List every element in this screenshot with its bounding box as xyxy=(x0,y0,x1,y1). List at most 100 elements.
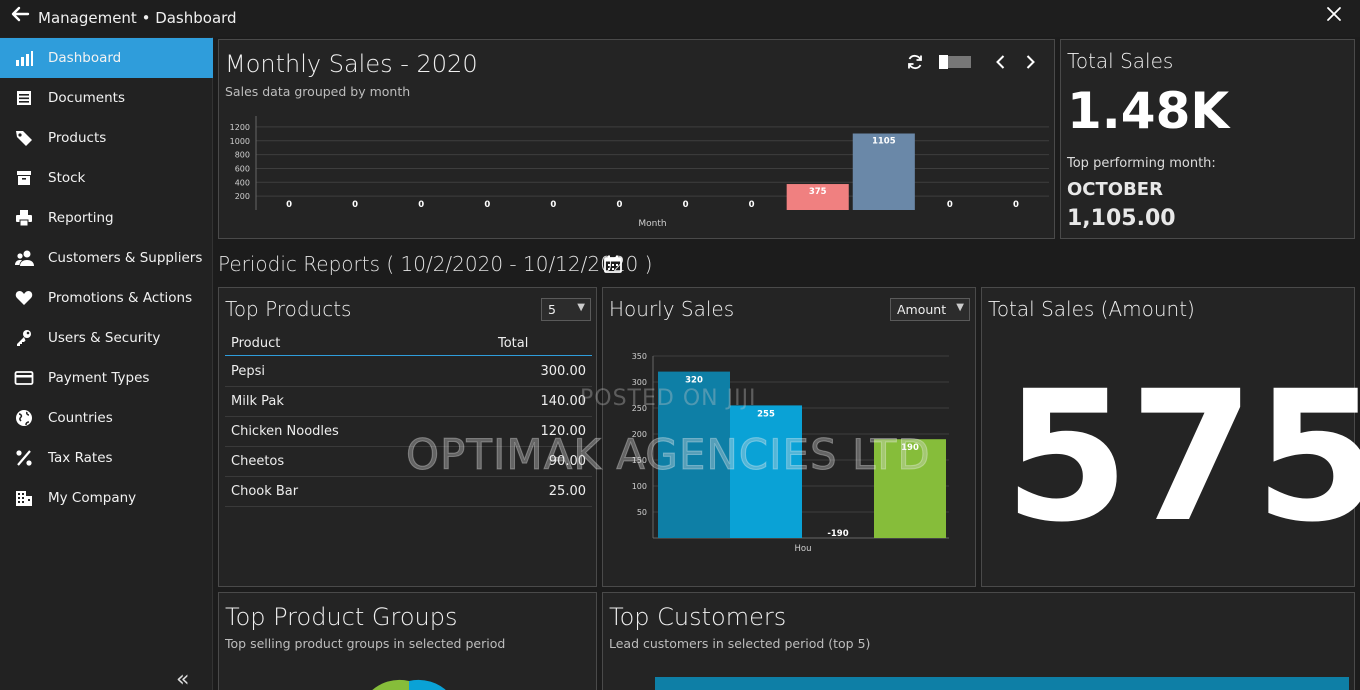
collapse-sidebar-icon[interactable]: « xyxy=(176,667,189,690)
y-tick-label: 1200 xyxy=(230,123,250,132)
toggle-switch[interactable] xyxy=(938,53,972,73)
sidebar-item-documents[interactable]: Documents xyxy=(0,78,213,118)
bar-value-label: 0 xyxy=(352,200,358,210)
y-tick-label: 350 xyxy=(632,352,647,361)
select-value: 5 xyxy=(548,302,556,317)
back-arrow-icon[interactable] xyxy=(8,4,32,30)
bar-value-label: 0 xyxy=(1013,200,1019,210)
top-month-name: OCTOBER xyxy=(1067,179,1163,200)
panel-title: Total Sales (Amount) xyxy=(988,297,1195,321)
top-product-groups-panel: Top Product Groups Top selling product g… xyxy=(218,592,597,690)
y-tick-label: 600 xyxy=(235,164,250,173)
sidebar-item-label: Countries xyxy=(48,410,113,426)
panel-title: Top Customers xyxy=(609,603,787,631)
hourly-mode-select[interactable]: Amount ▼ xyxy=(890,298,970,321)
select-value: Amount xyxy=(897,302,947,317)
periodic-reports-title: Periodic Reports ( 10/2/2020 - 10/12/202… xyxy=(218,252,653,276)
title-bar: Management • Dashboard xyxy=(0,0,1360,37)
sidebar-item-label: Users & Security xyxy=(48,330,161,346)
document-list-icon xyxy=(14,88,36,108)
tag-icon xyxy=(14,128,36,148)
sidebar-item-label: Products xyxy=(48,130,107,146)
globe-icon xyxy=(14,408,36,428)
sidebar-item-label: My Company xyxy=(48,490,137,506)
panel-title: Total Sales xyxy=(1067,49,1174,73)
sidebar-item-reporting[interactable]: Reporting xyxy=(0,198,213,238)
product-name: Chook Bar xyxy=(231,484,299,499)
sidebar-item-stock[interactable]: Stock xyxy=(0,158,213,198)
total-sales-value: 1.48K xyxy=(1067,82,1230,140)
y-tick-label: 50 xyxy=(637,508,647,517)
pie-chart-partial xyxy=(372,679,446,690)
sidebar-item-promotions[interactable]: Promotions & Actions xyxy=(0,278,213,318)
sidebar-item-label: Customers & Suppliers xyxy=(48,250,203,266)
bar-value-label: 0 xyxy=(947,200,953,210)
sidebar-item-label: Promotions & Actions xyxy=(48,290,193,306)
heart-icon xyxy=(14,288,36,308)
window-title: Management • Dashboard xyxy=(38,9,237,27)
product-name: Milk Pak xyxy=(231,394,284,409)
sidebar-item-label: Tax Rates xyxy=(48,450,113,466)
bar-value-label: 0 xyxy=(616,200,622,210)
table-header: Product Total xyxy=(225,332,592,356)
box-icon xyxy=(14,168,36,188)
product-total: 25.00 xyxy=(548,484,586,499)
monthly-sales-panel: Monthly Sales - 2020 Sales data grouped … xyxy=(218,39,1055,239)
y-tick-label: 200 xyxy=(235,192,250,201)
table-row[interactable]: Chook Bar 25.00 xyxy=(225,477,592,507)
sidebar: Dashboard Documents Products Stock Repor… xyxy=(0,37,213,690)
bar-value-label: 320 xyxy=(685,376,703,386)
bar-value-label: 0 xyxy=(683,200,689,210)
table-row[interactable]: Milk Pak 140.00 xyxy=(225,387,592,417)
panel-title: Top Products xyxy=(225,297,352,321)
sidebar-item-dashboard[interactable]: Dashboard xyxy=(0,38,213,78)
sidebar-item-countries[interactable]: Countries xyxy=(0,398,213,438)
product-name: Cheetos xyxy=(231,454,285,469)
column-header-product[interactable]: Product xyxy=(231,336,280,351)
column-header-total[interactable]: Total xyxy=(498,336,528,351)
watermark-agency: OPTIMAK AGENCIES LTD xyxy=(406,430,931,480)
sidebar-item-payment-types[interactable]: Payment Types xyxy=(0,358,213,398)
refresh-icon[interactable] xyxy=(906,53,926,73)
bar-value-label: 0 xyxy=(749,200,755,210)
sidebar-item-users-security[interactable]: Users & Security xyxy=(0,318,213,358)
bar-value-label: 1105 xyxy=(872,137,896,147)
sidebar-item-products[interactable]: Products xyxy=(0,118,213,158)
chevron-left-icon[interactable] xyxy=(992,53,1012,73)
total-amount-value: 575 xyxy=(1004,353,1360,562)
x-axis-label: Hou xyxy=(795,544,812,554)
monthly-sales-chart: 200 400 600 800 1000 1200 0 0 0 0 0 0 0 0 375 1105 0 0 Mon… xyxy=(230,116,1049,229)
users-icon xyxy=(14,248,36,268)
sidebar-item-label: Reporting xyxy=(48,210,114,226)
table-row[interactable]: Pepsi 300.00 xyxy=(225,357,592,387)
sidebar-item-my-company[interactable]: My Company xyxy=(0,478,213,518)
top-customers-panel: Top Customers Lead customers in selected… xyxy=(602,592,1355,690)
product-name: Chicken Noodles xyxy=(231,424,339,439)
panel-subtitle: Lead customers in selected period (top 5… xyxy=(609,636,871,651)
panel-title: Top Product Groups xyxy=(225,603,458,631)
sidebar-item-customers-suppliers[interactable]: Customers & Suppliers xyxy=(0,238,213,278)
bar-value-label: 375 xyxy=(809,187,827,197)
x-axis-label: Month xyxy=(638,219,666,229)
credit-card-icon xyxy=(14,368,36,388)
watermark-posted: POSTED ON JIJI xyxy=(580,386,757,411)
y-tick-label: 400 xyxy=(235,178,250,187)
bar-chart-icon xyxy=(14,48,36,68)
top-count-select[interactable]: 5 ▼ xyxy=(541,298,591,321)
panel-subtitle: Top selling product groups in selected p… xyxy=(225,636,506,651)
top-month-value: 1,105.00 xyxy=(1067,206,1176,231)
total-sales-panel: Total Sales 1.48K Top performing month: … xyxy=(1060,39,1355,239)
sidebar-item-label: Stock xyxy=(48,170,86,186)
dropdown-caret-icon: ▼ xyxy=(577,302,585,313)
customer-bar xyxy=(655,677,1349,690)
calendar-icon[interactable] xyxy=(603,254,623,274)
bar-value-label: 0 xyxy=(418,200,424,210)
sidebar-item-tax-rates[interactable]: Tax Rates xyxy=(0,438,213,478)
top-month-label: Top performing month: xyxy=(1067,156,1216,171)
close-icon[interactable] xyxy=(1322,4,1346,30)
sidebar-item-label: Payment Types xyxy=(48,370,150,386)
chevron-right-icon[interactable] xyxy=(1021,53,1041,73)
panel-title: Hourly Sales xyxy=(609,297,735,321)
sidebar-item-label: Documents xyxy=(48,90,125,106)
y-tick-label: 100 xyxy=(632,482,647,491)
